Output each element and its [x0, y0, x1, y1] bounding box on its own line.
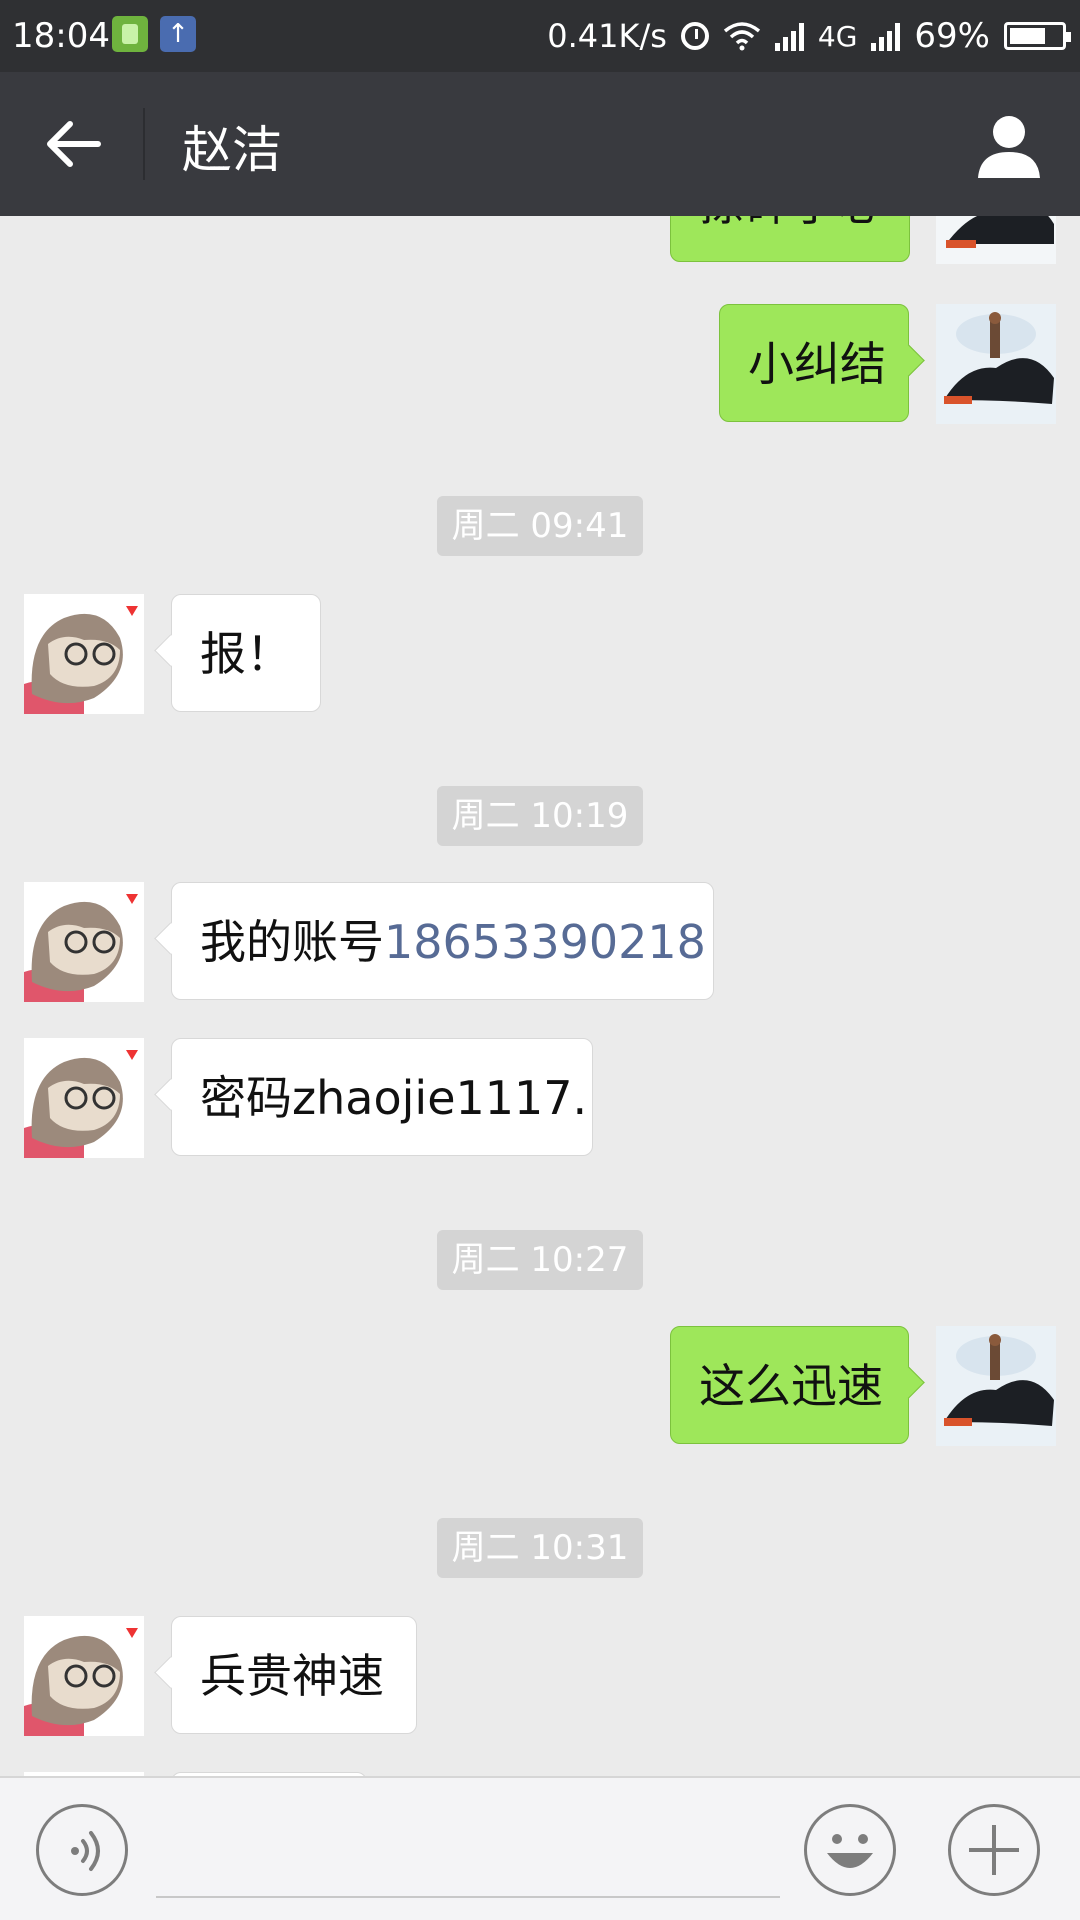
message-bubble-outgoing[interactable]: 搽碎了心: [670, 216, 910, 262]
signal-icon: [774, 21, 804, 51]
battery-icon: [1004, 22, 1071, 50]
contact-avatar[interactable]: [24, 1038, 144, 1158]
my-avatar[interactable]: [936, 304, 1056, 424]
smiley-icon[interactable]: [804, 1804, 896, 1896]
message-bubble-incoming[interactable]: 我的账号18653390218: [171, 882, 714, 1000]
message-text: 我的账号: [200, 915, 384, 969]
my-avatar[interactable]: [936, 1326, 1056, 1446]
alarm-icon: [680, 22, 709, 50]
message-bubble-outgoing[interactable]: 这么迅速: [670, 1326, 909, 1444]
header-divider: [143, 108, 145, 180]
message-input[interactable]: [156, 1896, 780, 1898]
timestamp: 周二 10:27: [437, 1230, 643, 1290]
page-title: 赵洁: [182, 121, 282, 179]
chat-message-list[interactable]: 搽碎了心 小纠结 周二 09:41 报！ 周二 10:19 我的账号186533…: [0, 216, 1080, 1776]
timestamp: 周二 10:19: [437, 786, 643, 846]
chat-header: 赵洁: [0, 72, 1080, 216]
network-speed: 0.41K/s: [547, 17, 667, 55]
security-app-icon: [112, 16, 148, 52]
person-icon[interactable]: [974, 112, 1044, 182]
phone-number-link[interactable]: 18653390218: [384, 915, 706, 969]
status-bar: 18:04 ↑ 0.41K/s 4G 69%: [0, 0, 1080, 72]
message-bubble-incoming[interactable]: 兵贵神速: [171, 1616, 417, 1734]
network-type: 4G: [817, 19, 858, 53]
message-bubble-outgoing[interactable]: 小纠结: [719, 304, 909, 422]
contact-avatar[interactable]: [24, 882, 144, 1002]
plus-icon[interactable]: [948, 1804, 1040, 1896]
timestamp: 周二 10:31: [437, 1518, 643, 1578]
voice-icon[interactable]: [36, 1804, 128, 1896]
contact-avatar[interactable]: [24, 594, 144, 714]
input-bar: [0, 1776, 1080, 1920]
signal-icon-2: [871, 21, 901, 51]
back-arrow-icon[interactable]: [36, 112, 116, 176]
message-bubble-incoming[interactable]: 报！: [171, 594, 321, 712]
upload-icon: ↑: [160, 16, 196, 52]
message-bubble-incoming[interactable]: 密码zhaojie1117.: [171, 1038, 593, 1156]
battery-percent: 69%: [914, 16, 990, 56]
wifi-icon: [723, 22, 761, 51]
my-avatar[interactable]: [936, 216, 1056, 264]
status-time: 18:04: [12, 16, 110, 56]
contact-avatar[interactable]: [24, 1616, 144, 1736]
timestamp: 周二 09:41: [437, 496, 643, 556]
